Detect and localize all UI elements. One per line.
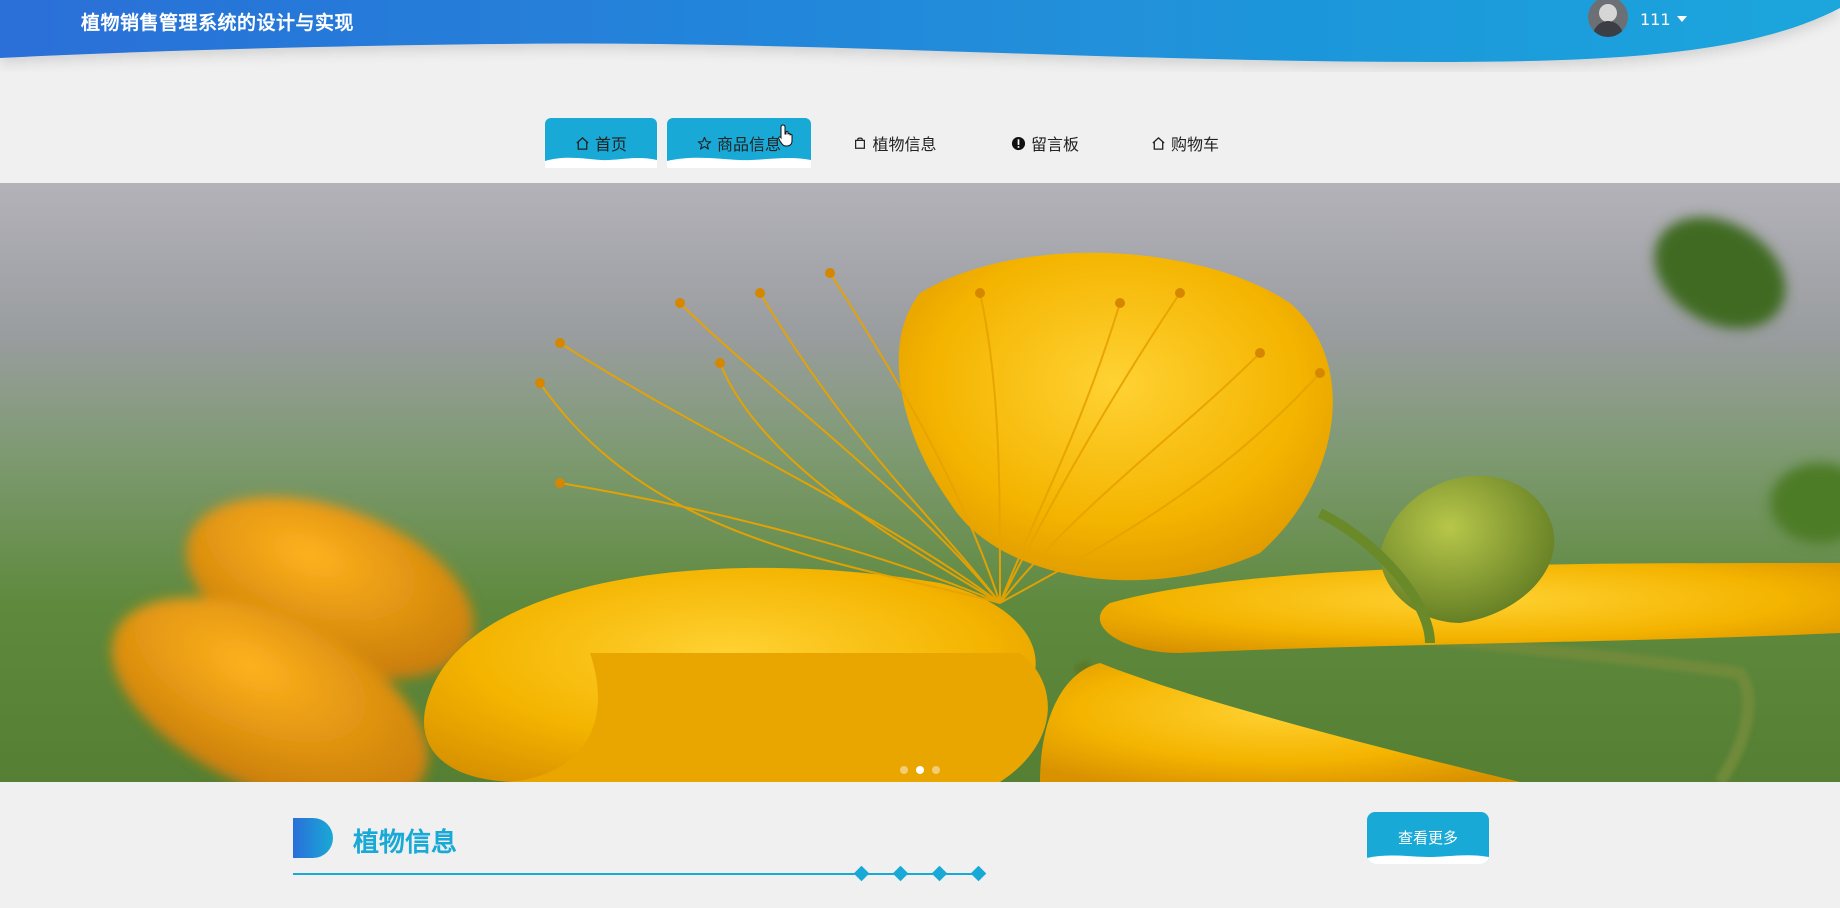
tab-wave-decoration (545, 157, 657, 168)
top-header: 植物销售管理系统的设计与实现 111 (0, 0, 1840, 72)
view-more-button[interactable]: 查看更多 (1367, 812, 1489, 864)
nav-label: 首页 (594, 135, 627, 154)
home-icon (1151, 136, 1166, 151)
site-title: 植物销售管理系统的设计与实现 (81, 12, 355, 34)
section-divider (293, 866, 987, 882)
username[interactable]: 111 (1640, 10, 1671, 29)
flower-banner-image (0, 183, 1840, 782)
plant-info-section: 植物信息 查看更多 (293, 812, 1493, 908)
tab-wave-decoration (667, 157, 811, 168)
chevron-down-icon[interactable] (1676, 16, 1687, 22)
nav-item-plants[interactable]: 植物信息 (840, 118, 950, 168)
carousel-dot[interactable] (900, 766, 908, 774)
carousel-dot-active[interactable] (916, 766, 924, 774)
nav-label: 植物信息 (872, 135, 937, 154)
nav-item-home[interactable]: 首页 (545, 118, 657, 168)
view-more-label: 查看更多 (1397, 828, 1458, 847)
hero-carousel[interactable] (0, 183, 1840, 782)
nav-label: 商品信息 (716, 135, 781, 154)
section-badge-icon (293, 818, 333, 858)
bag-icon (853, 136, 867, 150)
button-wave-decoration (1367, 855, 1489, 864)
nav-label: 购物车 (1170, 135, 1219, 154)
nav-label: 留言板 (1030, 135, 1079, 154)
carousel-indicators (0, 766, 1840, 774)
nav-item-cart[interactable]: 购物车 (1135, 118, 1235, 168)
star-icon (697, 136, 712, 151)
user-menu[interactable]: 111 (1588, 0, 1687, 38)
avatar[interactable] (1588, 0, 1628, 37)
carousel-dot[interactable] (932, 766, 940, 774)
nav-item-message-board[interactable]: 留言板 (995, 118, 1095, 168)
alert-icon (1011, 136, 1026, 151)
main-nav: 首页 商品信息 植物信息 留言板 购物车 (0, 118, 1840, 168)
home-icon (575, 136, 590, 151)
section-title: 植物信息 (353, 828, 458, 858)
